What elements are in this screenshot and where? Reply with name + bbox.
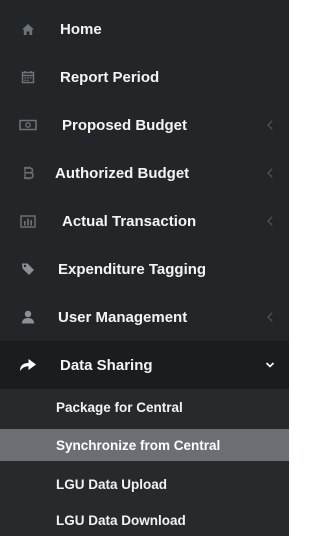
submenu-item-package-for-central[interactable]: Package for Central [0, 391, 289, 423]
submenu-item-label: LGU Data Download [56, 512, 186, 528]
data-sharing-submenu: Package for Central Synchronize from Cen… [0, 389, 289, 536]
sidebar-item-expenditure-tagging[interactable]: Expenditure Tagging [0, 245, 289, 293]
chevron-left-icon [265, 216, 275, 226]
sidebar-item-authorized-budget[interactable]: Authorized Budget [0, 149, 289, 197]
money-icon [18, 117, 38, 133]
bar-chart-icon [18, 213, 38, 229]
share-icon [18, 357, 38, 373]
sidebar-item-data-sharing[interactable]: Data Sharing [0, 341, 289, 389]
submenu-item-label: Synchronize from Central [56, 437, 221, 453]
sidebar-item-label: Home [60, 20, 102, 38]
calendar-icon [20, 69, 36, 85]
submenu-item-label: LGU Data Upload [56, 476, 168, 492]
tag-icon [20, 261, 36, 277]
sidebar-item-label: Report Period [60, 68, 160, 86]
sidebar-item-user-management[interactable]: User Management [0, 293, 289, 341]
sidebar-item-label: Proposed Budget [62, 116, 188, 134]
sidebar-item-label: User Management [58, 308, 188, 326]
sidebar-item-home[interactable]: Home [0, 5, 289, 53]
sidebar-item-label: Authorized Budget [55, 164, 190, 182]
chevron-left-icon [265, 168, 275, 178]
chevron-left-icon [265, 312, 275, 322]
submenu-item-label: Package for Central [56, 399, 183, 415]
sidebar-item-label: Expenditure Tagging [58, 260, 207, 278]
submenu-item-synchronize-from-central[interactable]: Synchronize from Central [0, 429, 289, 461]
sidebar-item-label: Actual Transaction [62, 212, 197, 230]
sidebar-item-actual-transaction[interactable]: Actual Transaction [0, 197, 289, 245]
submenu-item-lgu-data-upload[interactable]: LGU Data Upload [0, 468, 289, 500]
chevron-down-icon [265, 360, 275, 370]
user-icon [20, 309, 36, 325]
chevron-left-icon [265, 120, 275, 130]
sidebar: Home Report Period Proposed Budget Autho… [0, 0, 289, 536]
sidebar-item-proposed-budget[interactable]: Proposed Budget [0, 101, 289, 149]
submenu-item-lgu-data-download[interactable]: LGU Data Download [0, 504, 289, 536]
sidebar-item-label: Data Sharing [60, 356, 153, 374]
sidebar-item-report-period[interactable]: Report Period [0, 53, 289, 101]
bitcoin-icon [20, 165, 36, 181]
home-icon [20, 21, 36, 37]
